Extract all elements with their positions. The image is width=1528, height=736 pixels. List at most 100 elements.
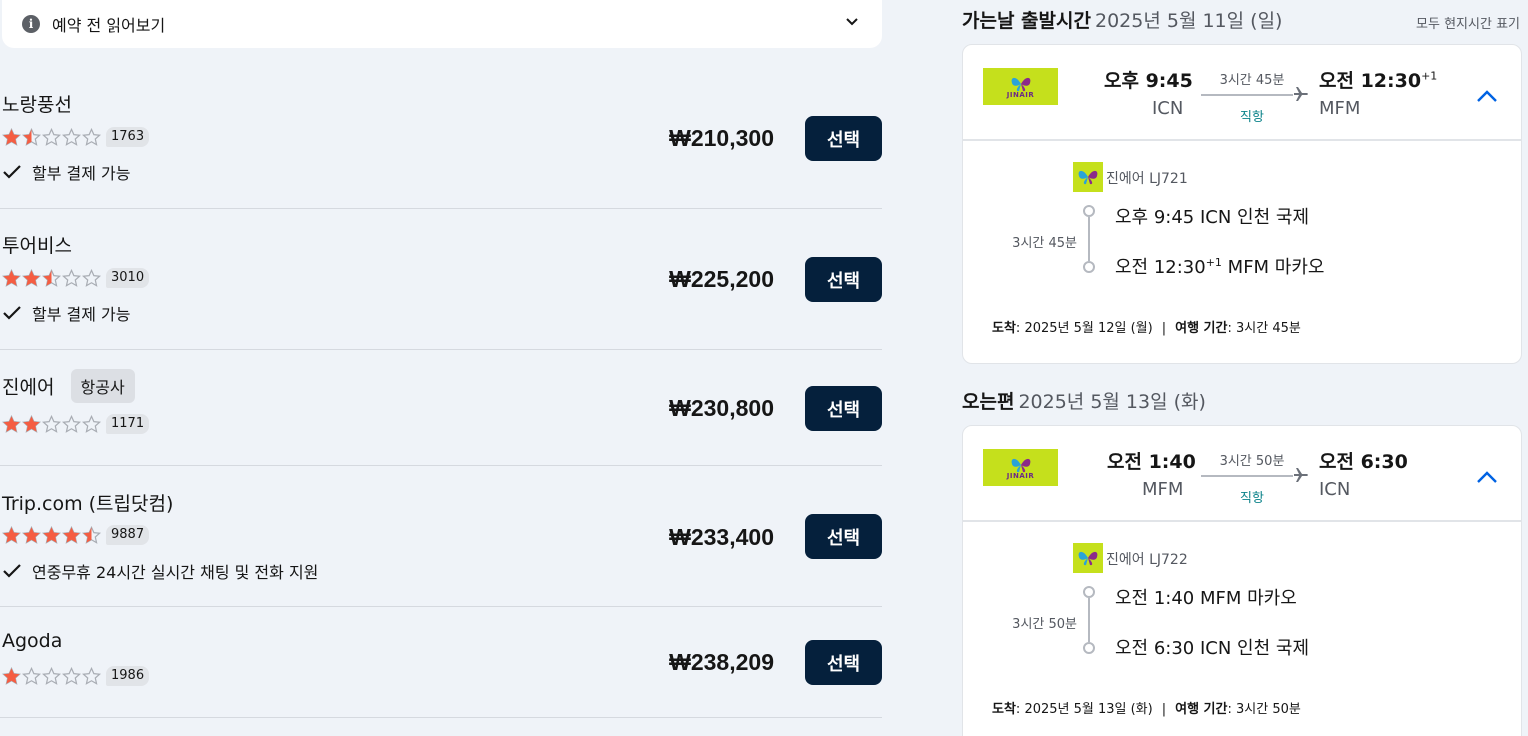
timeline-departure-dot [1083, 205, 1095, 217]
flight-summary[interactable]: JINAIR 오후 9:45 ICN 3시간 45분 직항 오전 12:30+1… [963, 45, 1521, 141]
star-full-icon [42, 525, 61, 544]
flight-number: 진에어 LJ722 [1106, 552, 1188, 568]
select-button[interactable]: 선택 [805, 640, 882, 685]
star-half-icon [82, 525, 101, 544]
timeline-departure-dot [1083, 586, 1095, 598]
star-empty-icon [82, 666, 101, 685]
arrival-airport: ICN [1319, 479, 1351, 500]
review-count: 1171 [106, 414, 150, 434]
select-button[interactable]: 선택 [805, 257, 882, 302]
inbound-section-title: 오는편 2025년 5월 13일 (화) [962, 387, 1206, 414]
leg-day-offset: +1 [1205, 256, 1222, 269]
flight-summary[interactable]: JINAIR 오전 1:40 MFM 3시간 50분 직항 오전 6:30 IC… [963, 426, 1521, 522]
airline-badge: 항공사 [70, 369, 135, 403]
star-empty-icon [62, 268, 81, 287]
jinair-mini-logo [1073, 162, 1103, 192]
provider-row: 투어비스 3010 할부 결제 가능 ₩225,200 선택 [0, 210, 882, 350]
star-full-icon [2, 414, 21, 433]
chevron-up-icon[interactable] [1475, 88, 1499, 104]
butterfly-icon [1078, 551, 1098, 566]
outbound-date: 2025년 5월 11일 (일) [1094, 10, 1283, 32]
rating-stars: 9887 [2, 525, 150, 545]
timeline-arrival-dot [1083, 642, 1095, 654]
inbound-title: 오는편 [962, 391, 1015, 413]
flight-detail: 진에어 LJ721 3시간 45분 오후 9:45 ICN 인천 국제 오전 1… [963, 141, 1521, 361]
travel-time-label: 여행 기간 [1175, 321, 1228, 336]
chevron-down-icon [846, 18, 858, 26]
flight-duration: 3시간 50분 [1219, 454, 1285, 469]
provider-name-wrap: 진에어 항공사 [2, 369, 135, 403]
provider-row: 노랑풍선 1763 할부 결제 가능 ₩210,300 선택 [0, 80, 882, 209]
timeline-line [1088, 217, 1090, 261]
review-count: 9887 [106, 525, 150, 545]
arrival-date: 2025년 5월 12일 (월) [1024, 321, 1153, 336]
outbound-flight-card: JINAIR 오후 9:45 ICN 3시간 45분 직항 오전 12:30+1… [962, 44, 1522, 364]
stops-label: 직항 [1240, 491, 1264, 506]
outbound-section-title: 가는날 출발시간 2025년 5월 11일 (일) [962, 6, 1282, 33]
feature-label: 연중무휴 24시간 실시간 채팅 및 전화 지원 [32, 563, 319, 582]
timeline-arrival-dot [1083, 261, 1095, 273]
provider-feature: 할부 결제 가능 [2, 301, 131, 325]
star-full-icon [22, 268, 41, 287]
arrival-label: 도착 [992, 321, 1016, 336]
provider-row: 진에어 항공사 1171 ₩230,800 선택 [0, 351, 882, 466]
provider-name: 노랑풍선 [2, 94, 72, 116]
departure-time: 오후 9:45 [1104, 70, 1193, 92]
provider-price: ₩225,200 [669, 266, 774, 292]
provider-price: ₩210,300 [669, 125, 774, 151]
logo-text: JINAIR [1006, 90, 1035, 99]
select-button[interactable]: 선택 [805, 514, 882, 559]
star-empty-icon [42, 127, 61, 146]
pre-booking-info-bar[interactable]: i 예약 전 읽어보기 [2, 0, 882, 48]
day-offset: +1 [1421, 69, 1438, 83]
review-count: 3010 [106, 268, 150, 288]
leg-arrival-time: 오전 12:30 [1115, 257, 1206, 278]
select-button[interactable]: 선택 [805, 116, 882, 161]
flight-detail: 진에어 LJ722 3시간 50분 오전 1:40 MFM 마카오 오전 6:3… [963, 522, 1521, 736]
local-time-note: 모두 현지시간 표기 [1416, 17, 1520, 32]
star-full-icon [22, 525, 41, 544]
star-full-icon [2, 525, 21, 544]
star-full-icon [2, 666, 21, 685]
provider-feature: 연중무휴 24시간 실시간 채팅 및 전화 지원 [2, 559, 318, 583]
star-half-icon [22, 127, 41, 146]
travel-time-label: 여행 기간 [1175, 702, 1228, 717]
info-icon: i [22, 15, 40, 33]
star-empty-icon [62, 414, 81, 433]
chevron-up-icon[interactable] [1475, 469, 1499, 485]
star-empty-icon [62, 127, 81, 146]
select-button[interactable]: 선택 [805, 386, 882, 431]
star-empty-icon [42, 414, 61, 433]
arrival-summary: 도착: 2025년 5월 12일 (월) | 여행 기간: 3시간 45분 [992, 321, 1301, 336]
travel-time: 3시간 50분 [1236, 702, 1301, 717]
provider-name: 진에어 [2, 376, 55, 399]
checkmark-icon [3, 564, 21, 578]
plane-icon [1294, 468, 1308, 482]
leg-arrival: 오전 12:30+1 MFM 마카오 [1115, 253, 1324, 279]
arrival-summary: 도착: 2025년 5월 13일 (화) | 여행 기간: 3시간 50분 [992, 702, 1301, 717]
arrival-time: 오전 6:30 [1319, 451, 1408, 473]
departure-airport: ICN [1152, 98, 1184, 119]
logo-text: JINAIR [1006, 471, 1035, 480]
rating-stars: 1986 [2, 666, 150, 686]
arrival-time-text: 오전 12:30 [1319, 70, 1422, 92]
flight-number: 진에어 LJ721 [1106, 171, 1188, 187]
leg-arrival: 오전 6:30 ICN 인천 국제 [1115, 638, 1310, 659]
feature-label: 할부 결제 가능 [32, 164, 131, 183]
star-empty-icon [82, 268, 101, 287]
leg-duration: 3시간 50분 [1012, 617, 1077, 632]
review-count: 1763 [106, 127, 150, 147]
provider-feature: 할부 결제 가능 [2, 160, 131, 184]
butterfly-icon [1078, 170, 1098, 185]
star-empty-icon [82, 414, 101, 433]
outbound-title: 가는날 출발시간 [962, 10, 1091, 32]
star-full-icon [2, 268, 21, 287]
arrival-label: 도착 [992, 702, 1016, 717]
flight-duration: 3시간 45분 [1219, 73, 1285, 88]
leg-duration: 3시간 45분 [1012, 236, 1077, 251]
star-empty-icon [22, 666, 41, 685]
rating-stars: 1171 [2, 414, 150, 434]
inbound-date: 2025년 5월 13일 (화) [1018, 391, 1206, 413]
review-count: 1986 [106, 666, 150, 686]
route-line [1201, 94, 1293, 96]
